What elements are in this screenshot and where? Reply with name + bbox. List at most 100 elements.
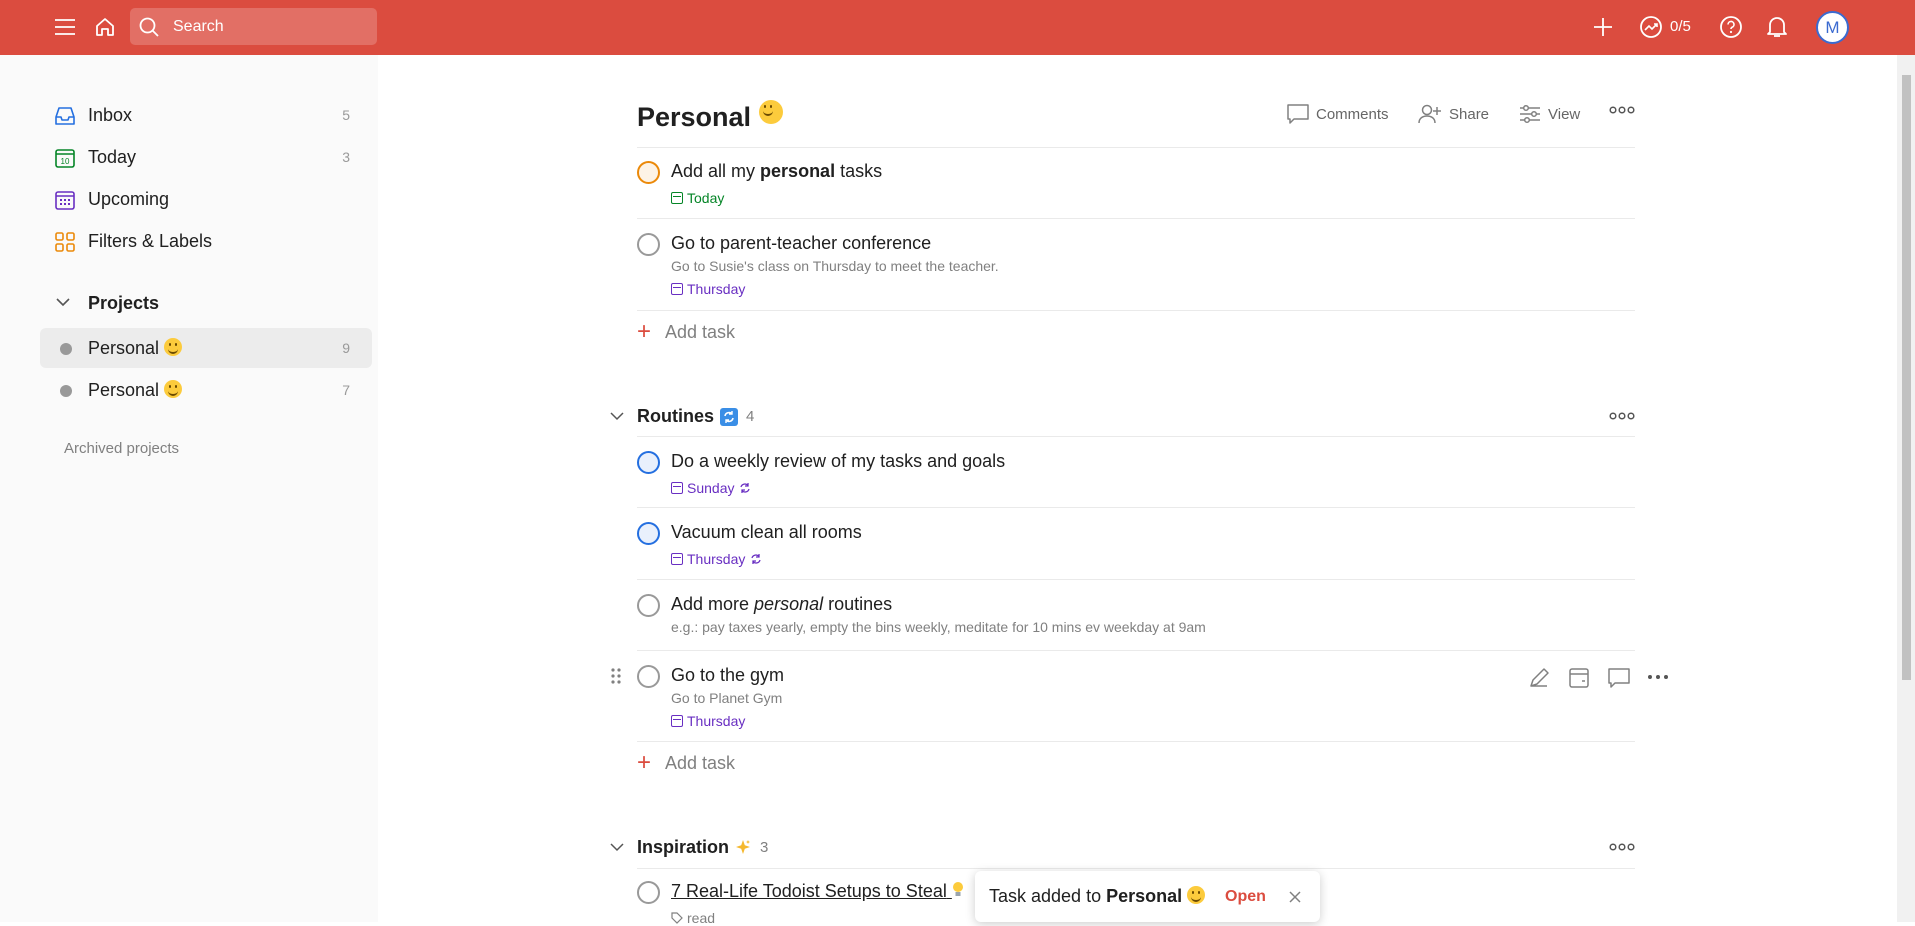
divider [637, 218, 1635, 219]
task-row[interactable]: Add all my personal tasks Today [637, 158, 1635, 218]
sidebar-item-project-personal[interactable]: Personal 7 [40, 370, 372, 410]
sidebar-item-filters-labels[interactable]: Filters & Labels [40, 221, 372, 261]
task-checkbox[interactable] [637, 233, 660, 256]
task-title: 7 Real-Life Todoist Setups to Steal [671, 881, 947, 901]
task-description: Go to Susie's class on Thursday to meet … [671, 258, 999, 274]
task-title-part: tasks [835, 161, 883, 181]
search-input[interactable]: Search [130, 8, 377, 45]
due-date[interactable]: Today [671, 190, 724, 206]
task-row[interactable]: Vacuum clean all rooms Thursday [637, 519, 1635, 579]
drag-handle-icon[interactable] [611, 668, 621, 684]
edit-icon[interactable] [1527, 666, 1551, 690]
calendar-icon [671, 715, 683, 727]
scrollbar-thumb[interactable] [1902, 75, 1911, 680]
task-checkbox[interactable] [637, 522, 660, 545]
chevron-down-icon[interactable] [610, 411, 624, 421]
sidebar-item-label: Inbox [88, 104, 133, 125]
productivity-icon[interactable] [1636, 12, 1666, 42]
add-task-quick-icon[interactable] [1588, 12, 1618, 42]
calendar-icon [671, 482, 683, 494]
plus-icon: + [637, 318, 652, 345]
task-description: Go to Planet Gym [671, 690, 783, 706]
add-person-icon [1418, 104, 1441, 124]
divider [637, 650, 1635, 651]
task-title[interactable]: Go to the gym [671, 665, 784, 686]
sidebar-item-count: 3 [342, 149, 350, 165]
due-date[interactable]: Thursday [671, 713, 745, 729]
toast-open-button[interactable]: Open [1225, 888, 1266, 906]
project-name: Personal [88, 379, 160, 400]
sidebar-item-inbox[interactable]: Inbox 5 [40, 95, 372, 135]
task-title[interactable]: Vacuum clean all rooms [671, 522, 862, 543]
menu-icon[interactable] [50, 12, 80, 42]
sparkles-emoji-icon [736, 839, 751, 854]
projects-header[interactable]: Projects [40, 283, 372, 323]
chevron-down-icon[interactable] [56, 297, 70, 307]
task-title[interactable]: Do a weekly review of my tasks and goals [671, 451, 1005, 472]
due-date[interactable]: Thursday [671, 281, 745, 297]
sidebar: Inbox 5 10 Today 3 Upcoming Filters & La… [0, 55, 378, 922]
task-checkbox[interactable] [637, 594, 660, 617]
section-header-routines[interactable]: Routines 4 [637, 406, 754, 427]
project-color-dot [60, 385, 72, 397]
share-label: Share [1449, 105, 1490, 123]
task-title-link[interactable]: 7 Real-Life Todoist Setups to Steal [671, 881, 964, 902]
schedule-icon[interactable] [1567, 666, 1591, 690]
avatar[interactable]: M [1816, 11, 1849, 44]
view-label: View [1548, 105, 1581, 123]
task-row[interactable]: Go to the gym Go to Planet Gym Thursday [611, 662, 1668, 742]
task-label-tag[interactable]: read [671, 910, 715, 926]
task-title[interactable]: Add all my personal tasks [671, 161, 882, 182]
sliders-icon [1520, 104, 1540, 124]
close-icon[interactable] [1288, 890, 1302, 904]
divider [637, 436, 1635, 437]
sidebar-item-label: Upcoming [88, 188, 170, 209]
task-more-icon[interactable] [1647, 674, 1669, 680]
task-row[interactable]: Do a weekly review of my tasks and goals… [637, 448, 1635, 508]
calendar-icon [671, 283, 683, 295]
sidebar-item-upcoming[interactable]: Upcoming [40, 179, 372, 219]
add-task-button[interactable]: + Add task [637, 751, 735, 775]
task-checkbox[interactable] [637, 881, 660, 904]
add-task-label: Add task [665, 752, 736, 773]
archived-projects-link[interactable]: Archived projects [64, 440, 179, 457]
add-task-label: Add task [665, 321, 736, 342]
due-date-label: Today [687, 190, 725, 206]
share-button[interactable]: Share [1417, 103, 1489, 125]
task-title[interactable]: Go to parent-teacher conference [671, 233, 931, 254]
due-date[interactable]: Sunday [671, 480, 752, 496]
calendar-grid-icon [55, 191, 75, 210]
chevron-down-icon[interactable] [610, 842, 624, 852]
section-header-inspiration[interactable]: Inspiration 3 [637, 837, 768, 858]
task-title-emphasis: personal [754, 594, 824, 614]
help-icon[interactable] [1716, 12, 1746, 42]
section-name: Routines [637, 406, 715, 426]
more-options-icon[interactable] [1609, 105, 1635, 115]
scrollbar[interactable] [1897, 55, 1915, 922]
home-icon[interactable] [90, 12, 120, 42]
comments-button[interactable]: Comments [1286, 103, 1389, 125]
comments-label: Comments [1316, 105, 1389, 123]
task-row[interactable]: Add more personal routines e.g.: pay tax… [637, 591, 1635, 651]
section-more-icon[interactable] [1609, 842, 1635, 852]
task-title[interactable]: Add more personal routines [671, 594, 892, 615]
karma-progress[interactable]: 0/5 [1670, 18, 1691, 35]
sidebar-item-today[interactable]: 10 Today 3 [40, 137, 372, 177]
task-row[interactable]: Go to parent-teacher conference Go to Su… [637, 230, 1635, 310]
add-task-button[interactable]: + Add task [637, 320, 735, 344]
due-date-label: Sunday [687, 480, 735, 496]
toast-prefix: Task added to [989, 886, 1107, 906]
sidebar-item-project-personal[interactable]: Personal 9 [40, 328, 372, 368]
task-checkbox[interactable] [637, 451, 660, 474]
section-count: 3 [760, 839, 769, 856]
task-checkbox[interactable] [637, 161, 660, 184]
smile-emoji-icon [1187, 886, 1206, 904]
bell-icon[interactable] [1762, 12, 1792, 42]
task-checkbox[interactable] [637, 665, 660, 688]
due-date[interactable]: Thursday [671, 551, 763, 567]
section-more-icon[interactable] [1609, 411, 1635, 421]
view-button[interactable]: View [1518, 103, 1580, 125]
plus-icon: + [637, 749, 652, 776]
comment-icon[interactable] [1607, 666, 1631, 690]
divider [637, 868, 1635, 869]
